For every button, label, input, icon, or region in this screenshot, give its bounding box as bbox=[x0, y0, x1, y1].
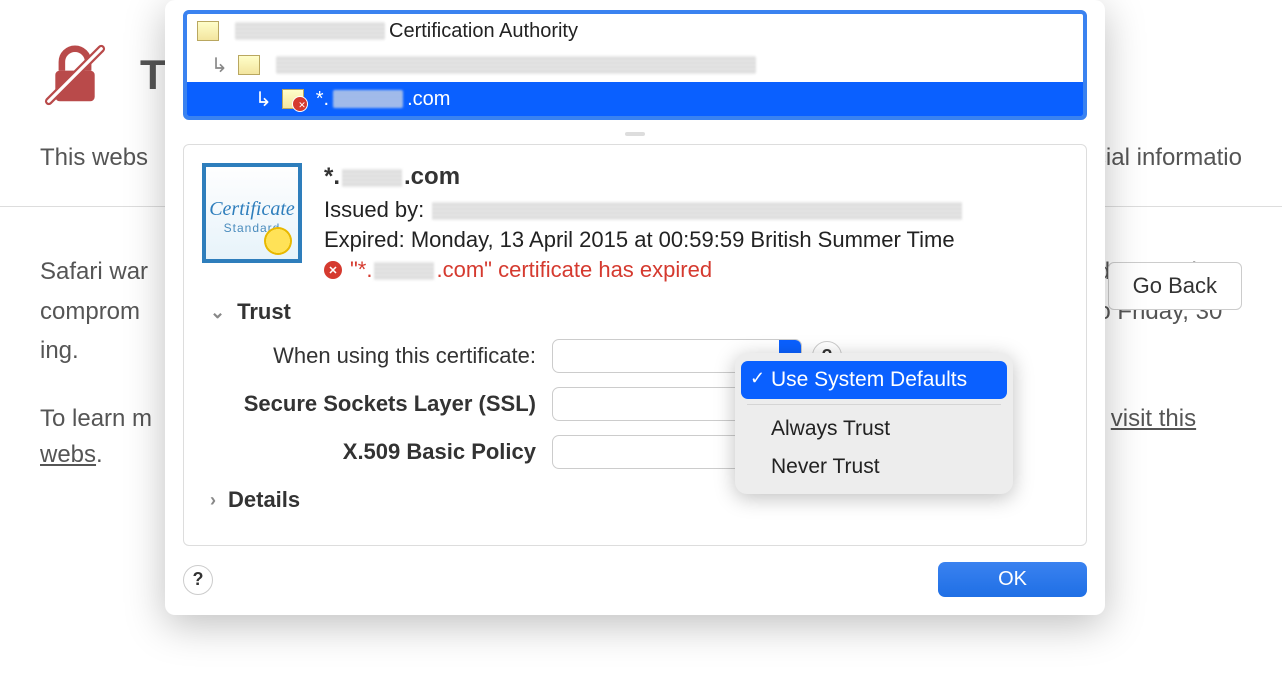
certificate-expired-warning: ✕ "*..com" certificate has expired bbox=[324, 257, 1068, 283]
chain-leaf-cert-selected[interactable]: ↳ *. .com bbox=[187, 82, 1083, 116]
dropdown-option-system-defaults[interactable]: Use System Defaults bbox=[741, 361, 1007, 399]
trust-dropdown-menu: Use System Defaults Always Trust Never T… bbox=[735, 353, 1013, 494]
dropdown-option-always-trust[interactable]: Always Trust bbox=[741, 410, 1007, 448]
expired-date-line: Expired: Monday, 13 April 2015 at 00:59:… bbox=[324, 227, 1068, 253]
chain-root-label: Certification Authority bbox=[389, 20, 578, 43]
certificate-name: *..com bbox=[324, 163, 1068, 191]
redacted-text bbox=[342, 169, 402, 187]
certificate-dialog: Certification Authority ↳ ↳ *..com Certi… bbox=[165, 0, 1105, 615]
menu-separator bbox=[747, 404, 1001, 405]
chevron-down-icon: ⌄ bbox=[210, 302, 225, 323]
go-back-button[interactable]: Go Back bbox=[1108, 262, 1242, 310]
certificate-icon bbox=[238, 55, 260, 75]
trust-ssl-label: Secure Sockets Layer (SSL) bbox=[232, 391, 542, 417]
chain-leaf-label-suffix: .com bbox=[407, 88, 450, 111]
redacted-text bbox=[374, 262, 434, 280]
chain-leaf-label-prefix: *. bbox=[316, 88, 329, 111]
trust-general-label: When using this certificate: bbox=[232, 343, 542, 369]
certificate-icon bbox=[197, 21, 219, 41]
dialog-help-button[interactable]: ? bbox=[183, 565, 213, 595]
warning-title: T bbox=[140, 51, 166, 99]
chain-root-ca[interactable]: Certification Authority bbox=[187, 14, 1083, 48]
dialog-footer: ? OK bbox=[183, 562, 1087, 597]
certificate-summary: Certificate Standard *..com Issued by: E… bbox=[202, 163, 1068, 283]
resize-handle[interactable] bbox=[625, 132, 645, 136]
chain-intermediate-ca[interactable]: ↳ bbox=[187, 48, 1083, 82]
dropdown-option-never-trust[interactable]: Never Trust bbox=[741, 448, 1007, 486]
trust-x509-label: X.509 Basic Policy bbox=[232, 439, 542, 465]
redacted-text bbox=[432, 202, 962, 220]
certificate-chain-tree[interactable]: Certification Authority ↳ ↳ *. .com bbox=[183, 10, 1087, 120]
redacted-text bbox=[333, 90, 403, 108]
certificate-large-icon: Certificate Standard bbox=[202, 163, 302, 263]
insecure-lock-icon bbox=[40, 40, 110, 110]
issued-by-line: Issued by: bbox=[324, 197, 1068, 223]
ok-button[interactable]: OK bbox=[938, 562, 1087, 597]
tree-indent-icon: ↳ bbox=[211, 53, 228, 78]
error-icon: ✕ bbox=[324, 261, 342, 279]
tree-indent-icon: ↳ bbox=[255, 87, 272, 112]
certificate-invalid-icon bbox=[282, 89, 304, 109]
redacted-text bbox=[235, 22, 385, 40]
chevron-right-icon: › bbox=[210, 490, 216, 511]
trust-section-header[interactable]: ⌄ Trust bbox=[210, 299, 1068, 325]
redacted-text bbox=[276, 56, 756, 74]
seal-icon bbox=[264, 227, 292, 255]
